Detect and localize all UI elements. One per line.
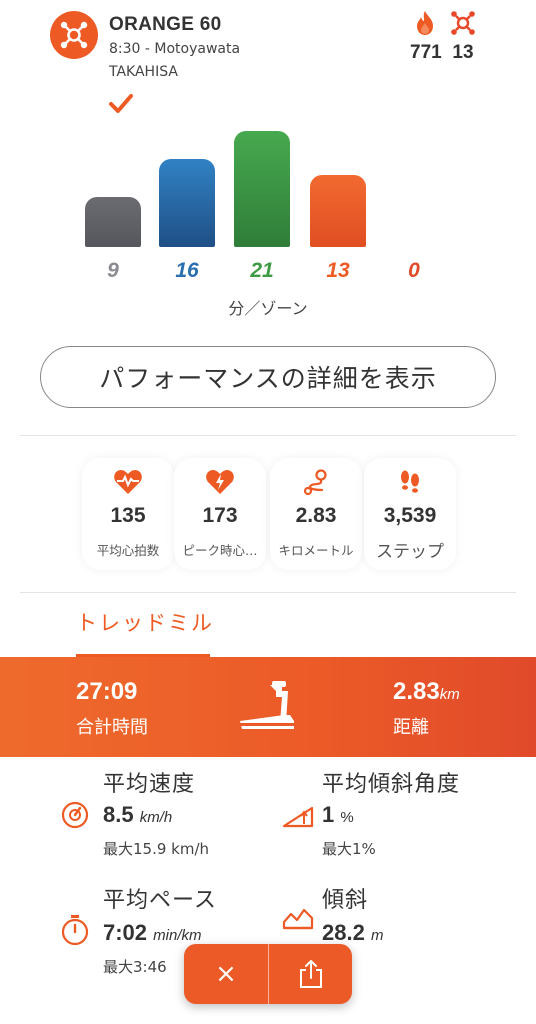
share-icon [300,960,322,988]
stopwatch-icon [60,914,90,950]
max-incline: 最大1% [322,840,376,858]
distance-value: 2.83km [393,678,460,706]
metric-label: 平均心拍数 [96,543,160,558]
metric-label: キロメートル [278,543,354,558]
performance-details-button[interactable]: パフォーマンスの詳細を表示 [40,346,496,408]
divider [20,435,516,436]
floating-action-bar: × [184,944,352,1004]
close-icon: × [215,959,237,989]
otf-logo [50,11,98,59]
metric-label: ステップ [376,542,444,562]
coach-name: TAKAHISA [109,64,178,80]
total-time-value: 27:09 [76,678,138,705]
metric-steps[interactable]: 3,539 ステップ [364,458,456,570]
metric-peak-heart-rate[interactable]: 173 ピーク時心… [174,458,266,570]
check-icon [108,93,134,119]
share-button[interactable] [269,944,352,1004]
zone-value-orange: 13 [326,259,350,282]
elevation-chart-icon [282,904,314,934]
metric-value: 173 [202,504,238,527]
distance-unit: km [439,686,460,703]
zone-bar-orange [310,175,366,247]
speedometer-icon [60,800,90,834]
max-speed: 最大15.9 km/h [103,840,210,858]
treadmill-summary-band: 27:09 合計時間 2.83km 距離 [0,657,536,757]
avg-pace-value: 7:02 min/km [103,920,202,946]
class-title: ORANGE 60 [109,14,222,35]
flame-icon [417,11,433,35]
calories-value: 771 [410,42,442,63]
avg-speed-title: 平均速度 [103,772,196,797]
avg-incline-number: 1 [322,802,335,827]
distance-label: 距離 [393,717,429,738]
divider [20,592,516,593]
avg-incline-unit: % [340,809,354,826]
heart-pulse-icon [82,462,174,502]
metric-avg-heart-rate[interactable]: 135 平均心拍数 [82,458,174,570]
avg-speed-number: 8.5 [103,802,134,827]
metric-label: ピーク時心… [182,543,258,558]
route-icon [270,462,362,502]
zone-bar-green [234,131,290,247]
elevation-title: 傾斜 [322,888,369,913]
zone-value-green: 21 [250,259,274,282]
avg-speed-unit: km/h [139,809,173,826]
zone-value-blue: 16 [175,259,199,282]
max-pace: 最大3:46 [103,958,167,976]
distance-number: 2.83 [393,678,440,705]
zone-bar-grey [85,197,141,247]
avg-incline-value: 1 % [322,802,354,828]
calories-stat: 771 [410,10,442,64]
incline-icon [282,802,314,832]
zone-bar-blue [159,159,215,247]
footprints-icon [364,462,456,502]
heart-bolt-icon [174,462,266,502]
treadmill-icon [236,679,300,739]
zone-axis-label: 分／ゾーン [228,299,308,318]
splat-points-stat: 13 [448,10,478,64]
close-button[interactable]: × [184,944,268,1004]
tab-treadmill[interactable]: トレッドミル [76,607,214,637]
avg-pace-title: 平均ペース [103,888,217,913]
elevation-value: 28.2 m [322,920,383,946]
metric-value: 135 [110,504,146,527]
zone-value-red: 0 [408,259,420,282]
class-time-location: 8:30 - Motoyawata [109,41,241,57]
avg-speed-value: 8.5 km/h [103,802,172,828]
metric-distance[interactable]: 2.83 キロメートル [270,458,362,570]
metric-value: 3,539 [383,504,437,527]
elevation-number: 28.2 [322,920,365,945]
splat-points-value: 13 [452,42,474,63]
avg-pace-number: 7:02 [103,920,148,945]
zone-value-grey: 9 [107,259,119,282]
otf-logo-icon [60,21,88,49]
avg-incline-title: 平均傾斜角度 [322,772,461,797]
splat-icon [451,11,475,35]
total-time-label: 合計時間 [76,717,148,738]
elevation-unit: m [370,927,384,944]
avg-pace-unit: min/km [153,927,202,944]
metric-value: 2.83 [295,504,337,527]
